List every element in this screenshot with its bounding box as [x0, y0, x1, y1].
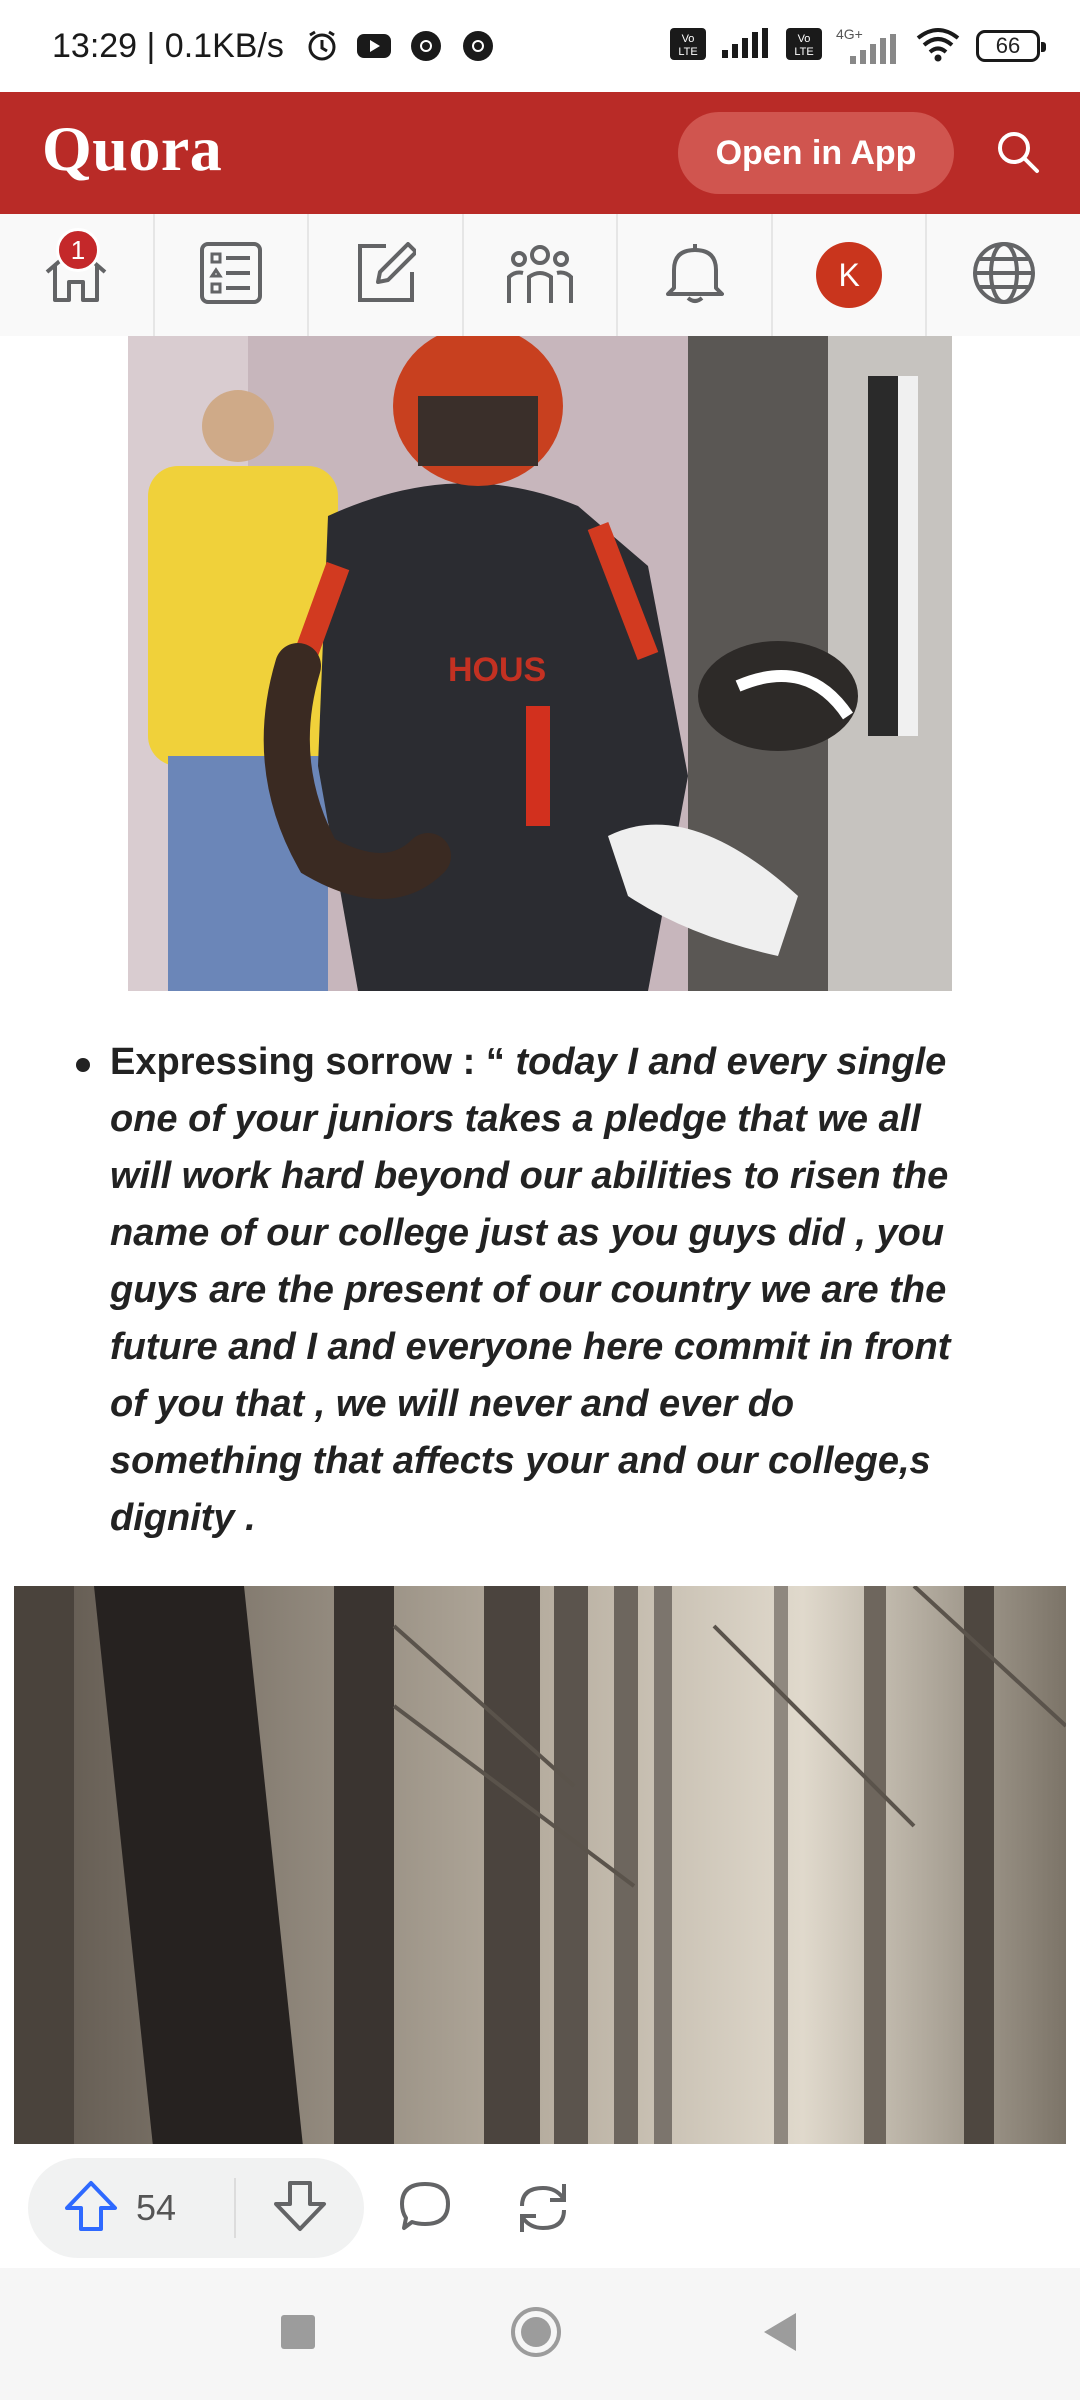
svg-text:LTE: LTE — [678, 46, 697, 58]
alarm-icon — [304, 28, 340, 64]
home-notification-badge: 1 — [56, 228, 100, 272]
bullet-quote: today I and every single one of your jun… — [110, 1041, 951, 1539]
quora-logo[interactable]: Quora — [42, 112, 222, 186]
battery-indicator: 66 — [976, 30, 1046, 62]
signal-icon — [720, 27, 772, 65]
nav-write[interactable] — [309, 214, 464, 336]
svg-text:Vo: Vo — [798, 33, 811, 45]
circle-icon — [509, 2305, 563, 2364]
open-in-app-button[interactable]: Open in App — [678, 112, 954, 194]
post-action-bar: 54 — [0, 2144, 1080, 2272]
nav-profile[interactable]: K — [773, 214, 928, 336]
avatar: K — [816, 242, 883, 308]
wifi-icon — [914, 26, 962, 67]
write-icon — [354, 241, 419, 309]
foggy-forest-image — [14, 1586, 1066, 2144]
nav-notifications[interactable] — [618, 214, 773, 336]
volte-icon: Vo LTE — [786, 27, 822, 65]
share-button[interactable] — [514, 2180, 574, 2240]
upvote-button[interactable]: 54 — [64, 2180, 184, 2236]
vote-divider — [234, 2178, 236, 2238]
square-icon — [279, 2313, 317, 2356]
vote-pill: 54 — [28, 2158, 364, 2258]
youtube-icon — [356, 28, 392, 64]
upvote-count: 54 — [136, 2187, 177, 2228]
search-icon[interactable] — [986, 120, 1050, 184]
top-header: Quora Open in App — [0, 92, 1080, 214]
answer-list-icon — [199, 241, 262, 309]
downvote-arrow-icon — [273, 2180, 327, 2237]
downvote-button[interactable] — [270, 2180, 330, 2236]
main-nav: 1 K — [0, 214, 1080, 338]
chrome-icon — [460, 28, 496, 64]
nav-language[interactable] — [927, 214, 1080, 336]
chrome-icon — [408, 28, 444, 64]
language-globe-icon — [972, 241, 1036, 310]
football-player-image: HOUS — [128, 336, 952, 991]
back-button[interactable] — [752, 2306, 808, 2362]
status-right: Vo LTE Vo LTE 4G+ 66 — [670, 0, 1046, 92]
notifications-icon — [665, 242, 724, 309]
back-triangle-icon — [760, 2311, 800, 2358]
nav-answer[interactable] — [155, 214, 310, 336]
bullet-label: Expressing sorrow : “ — [110, 1041, 505, 1083]
spaces-icon — [507, 241, 574, 310]
bullet-item: Expressing sorrow : “ today I and every … — [70, 1034, 970, 1547]
nav-spaces[interactable] — [464, 214, 619, 336]
home-system-button[interactable] — [508, 2306, 564, 2362]
reshare-icon — [514, 2184, 572, 2240]
nav-home[interactable]: 1 — [0, 214, 155, 336]
bullet-dot — [76, 1058, 90, 1072]
svg-text:Vo: Vo — [682, 33, 695, 45]
comment-button[interactable] — [398, 2180, 458, 2240]
status-left: 13:29 | 0.1KB/s — [52, 0, 496, 92]
svg-text:HOUS: HOUS — [448, 651, 546, 689]
volte-icon: Vo LTE — [670, 27, 706, 65]
bullet-text: Expressing sorrow : “ today I and every … — [110, 1034, 970, 1547]
system-nav-bar — [0, 2268, 1080, 2400]
recent-apps-button[interactable] — [270, 2306, 326, 2362]
status-time: 13:29 | 0.1KB/s — [52, 26, 284, 65]
signal-4g-icon: 4G+ — [836, 26, 900, 66]
upvote-arrow-icon — [64, 2180, 118, 2237]
post-content: HOUS Expressing sorrow : “ today I and e… — [0, 336, 1080, 2144]
comment-icon — [398, 2182, 452, 2236]
svg-text:LTE: LTE — [794, 46, 813, 58]
status-bar: 13:29 | 0.1KB/s Vo LTE Vo LTE 4G+ 66 — [0, 0, 1080, 92]
